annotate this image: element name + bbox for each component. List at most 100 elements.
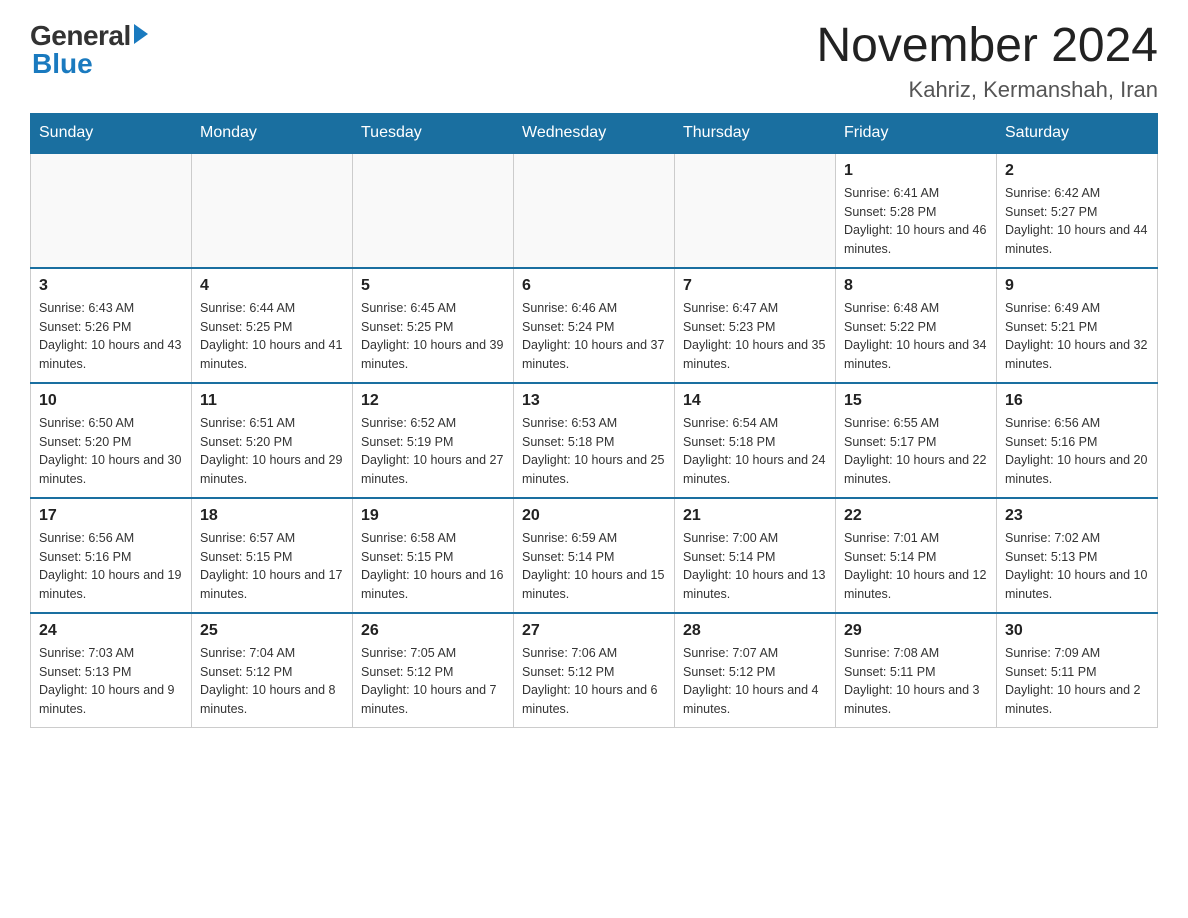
- calendar-cell: 16Sunrise: 6:56 AMSunset: 5:16 PMDayligh…: [997, 383, 1158, 498]
- calendar-cell: 27 Sunrise: 7:06 AMSunset: 5:12 PMDayligh…: [514, 613, 675, 728]
- day-number: 13: [522, 392, 666, 410]
- calendar-cell: 28 Sunrise: 7:07 AMSunset: 5:12 PMDayligh…: [675, 613, 836, 728]
- logo: General Blue: [30, 20, 148, 80]
- calendar-cell: 26Sunrise: 7:05 AMSunset: 5:12 PMDayligh…: [353, 613, 514, 728]
- day-info: Sunrise: 6:57 AMSunset: 5:15 PMDaylight:…: [200, 529, 344, 604]
- calendar-cell: 8 Sunrise: 6:48 AMSunset: 5:22 PMDaylight…: [836, 268, 997, 383]
- calendar-cell: 2 Sunrise: 6:42 AMSunset: 5:27 PMDaylight…: [997, 153, 1158, 268]
- calendar-cell: [31, 153, 192, 268]
- day-info: Sunrise: 6:49 AMSunset: 5:21 PMDaylight:…: [1005, 299, 1149, 374]
- day-info: Sunrise: 6:52 AMSunset: 5:19 PMDaylight:…: [361, 414, 505, 489]
- day-info: Sunrise: 7:09 AMSunset: 5:11 PMDaylight:…: [1005, 644, 1149, 719]
- day-info: Sunrise: 6:51 AMSunset: 5:20 PMDaylight:…: [200, 414, 344, 489]
- weekday-header-thursday: Thursday: [675, 113, 836, 153]
- logo-blue-text: Blue: [32, 48, 93, 80]
- day-info: Sunrise: 6:59 AMSunset: 5:14 PMDaylight:…: [522, 529, 666, 604]
- month-title: November 2024: [816, 20, 1158, 73]
- day-number: 18: [200, 507, 344, 525]
- weekday-header-monday: Monday: [192, 113, 353, 153]
- weekday-header-tuesday: Tuesday: [353, 113, 514, 153]
- day-number: 24: [39, 622, 183, 640]
- day-info: Sunrise: 6:48 AMSunset: 5:22 PMDaylight:…: [844, 299, 988, 374]
- calendar-cell: [514, 153, 675, 268]
- calendar-cell: 15 Sunrise: 6:55 AMSunset: 5:17 PMDayligh…: [836, 383, 997, 498]
- weekday-header-wednesday: Wednesday: [514, 113, 675, 153]
- day-number: 27: [522, 622, 666, 640]
- day-info: Sunrise: 6:54 AMSunset: 5:18 PMDaylight:…: [683, 414, 827, 489]
- day-info: Sunrise: 6:58 AMSunset: 5:15 PMDaylight:…: [361, 529, 505, 604]
- calendar-cell: 10 Sunrise: 6:50 AMSunset: 5:20 PMDayligh…: [31, 383, 192, 498]
- day-number: 3: [39, 277, 183, 295]
- weekday-header-row: SundayMondayTuesdayWednesdayThursdayFrid…: [31, 113, 1158, 153]
- day-info: Sunrise: 6:50 AMSunset: 5:20 PMDaylight:…: [39, 414, 183, 489]
- day-info: Sunrise: 7:08 AMSunset: 5:11 PMDaylight:…: [844, 644, 988, 719]
- day-number: 7: [683, 277, 827, 295]
- day-info: Sunrise: 6:56 AMSunset: 5:16 PMDaylight:…: [39, 529, 183, 604]
- day-number: 8: [844, 277, 988, 295]
- calendar-cell: 4Sunrise: 6:44 AMSunset: 5:25 PMDaylight…: [192, 268, 353, 383]
- day-number: 14: [683, 392, 827, 410]
- day-info: Sunrise: 7:01 AMSunset: 5:14 PMDaylight:…: [844, 529, 988, 604]
- day-info: Sunrise: 6:44 AMSunset: 5:25 PMDaylight:…: [200, 299, 344, 374]
- day-number: 5: [361, 277, 505, 295]
- title-section: November 2024 Kahriz, Kermanshah, Iran: [816, 20, 1158, 103]
- calendar-cell: 5Sunrise: 6:45 AMSunset: 5:25 PMDaylight…: [353, 268, 514, 383]
- day-number: 10: [39, 392, 183, 410]
- location-label: Kahriz, Kermanshah, Iran: [816, 77, 1158, 103]
- day-info: Sunrise: 6:46 AMSunset: 5:24 PMDaylight:…: [522, 299, 666, 374]
- day-number: 6: [522, 277, 666, 295]
- day-number: 23: [1005, 507, 1149, 525]
- day-info: Sunrise: 7:03 AMSunset: 5:13 PMDaylight:…: [39, 644, 183, 719]
- day-number: 25: [200, 622, 344, 640]
- calendar-cell: 23 Sunrise: 7:02 AMSunset: 5:13 PMDayligh…: [997, 498, 1158, 613]
- day-number: 20: [522, 507, 666, 525]
- day-number: 2: [1005, 162, 1149, 180]
- weekday-header-sunday: Sunday: [31, 113, 192, 153]
- day-number: 21: [683, 507, 827, 525]
- calendar-cell: 6 Sunrise: 6:46 AMSunset: 5:24 PMDaylight…: [514, 268, 675, 383]
- logo-arrow-icon: [134, 24, 148, 44]
- calendar-cell: 20 Sunrise: 6:59 AMSunset: 5:14 PMDayligh…: [514, 498, 675, 613]
- day-number: 11: [200, 392, 344, 410]
- day-info: Sunrise: 6:41 AMSunset: 5:28 PMDaylight:…: [844, 184, 988, 259]
- day-info: Sunrise: 6:42 AMSunset: 5:27 PMDaylight:…: [1005, 184, 1149, 259]
- calendar-cell: 13 Sunrise: 6:53 AMSunset: 5:18 PMDayligh…: [514, 383, 675, 498]
- day-number: 1: [844, 162, 988, 180]
- day-number: 28: [683, 622, 827, 640]
- calendar-cell: 18 Sunrise: 6:57 AMSunset: 5:15 PMDayligh…: [192, 498, 353, 613]
- day-number: 26: [361, 622, 505, 640]
- day-number: 30: [1005, 622, 1149, 640]
- calendar-table: SundayMondayTuesdayWednesdayThursdayFrid…: [30, 113, 1158, 728]
- day-number: 12: [361, 392, 505, 410]
- calendar-cell: [353, 153, 514, 268]
- day-number: 15: [844, 392, 988, 410]
- calendar-cell: 19 Sunrise: 6:58 AMSunset: 5:15 PMDayligh…: [353, 498, 514, 613]
- calendar-cell: 14 Sunrise: 6:54 AMSunset: 5:18 PMDayligh…: [675, 383, 836, 498]
- calendar-cell: 22 Sunrise: 7:01 AMSunset: 5:14 PMDayligh…: [836, 498, 997, 613]
- day-info: Sunrise: 7:06 AMSunset: 5:12 PMDaylight:…: [522, 644, 666, 719]
- calendar-cell: 30 Sunrise: 7:09 AMSunset: 5:11 PMDayligh…: [997, 613, 1158, 728]
- calendar-cell: 3Sunrise: 6:43 AMSunset: 5:26 PMDaylight…: [31, 268, 192, 383]
- calendar-cell: 24 Sunrise: 7:03 AMSunset: 5:13 PMDayligh…: [31, 613, 192, 728]
- day-info: Sunrise: 7:02 AMSunset: 5:13 PMDaylight:…: [1005, 529, 1149, 604]
- day-info: Sunrise: 7:07 AMSunset: 5:12 PMDaylight:…: [683, 644, 827, 719]
- day-number: 19: [361, 507, 505, 525]
- calendar-cell: 11 Sunrise: 6:51 AMSunset: 5:20 PMDayligh…: [192, 383, 353, 498]
- week-row-4: 17 Sunrise: 6:56 AMSunset: 5:16 PMDayligh…: [31, 498, 1158, 613]
- day-info: Sunrise: 6:56 AMSunset: 5:16 PMDaylight:…: [1005, 414, 1149, 489]
- day-number: 17: [39, 507, 183, 525]
- week-row-5: 24 Sunrise: 7:03 AMSunset: 5:13 PMDayligh…: [31, 613, 1158, 728]
- week-row-1: 1 Sunrise: 6:41 AMSunset: 5:28 PMDaylight…: [31, 153, 1158, 268]
- calendar-cell: 29Sunrise: 7:08 AMSunset: 5:11 PMDayligh…: [836, 613, 997, 728]
- week-row-2: 3Sunrise: 6:43 AMSunset: 5:26 PMDaylight…: [31, 268, 1158, 383]
- day-info: Sunrise: 6:55 AMSunset: 5:17 PMDaylight:…: [844, 414, 988, 489]
- week-row-3: 10 Sunrise: 6:50 AMSunset: 5:20 PMDayligh…: [31, 383, 1158, 498]
- calendar-cell: [675, 153, 836, 268]
- day-info: Sunrise: 7:00 AMSunset: 5:14 PMDaylight:…: [683, 529, 827, 604]
- day-info: Sunrise: 6:53 AMSunset: 5:18 PMDaylight:…: [522, 414, 666, 489]
- calendar-cell: 9Sunrise: 6:49 AMSunset: 5:21 PMDaylight…: [997, 268, 1158, 383]
- page-header: General Blue November 2024 Kahriz, Kerma…: [30, 20, 1158, 103]
- day-number: 22: [844, 507, 988, 525]
- day-info: Sunrise: 7:04 AMSunset: 5:12 PMDaylight:…: [200, 644, 344, 719]
- calendar-cell: 25 Sunrise: 7:04 AMSunset: 5:12 PMDayligh…: [192, 613, 353, 728]
